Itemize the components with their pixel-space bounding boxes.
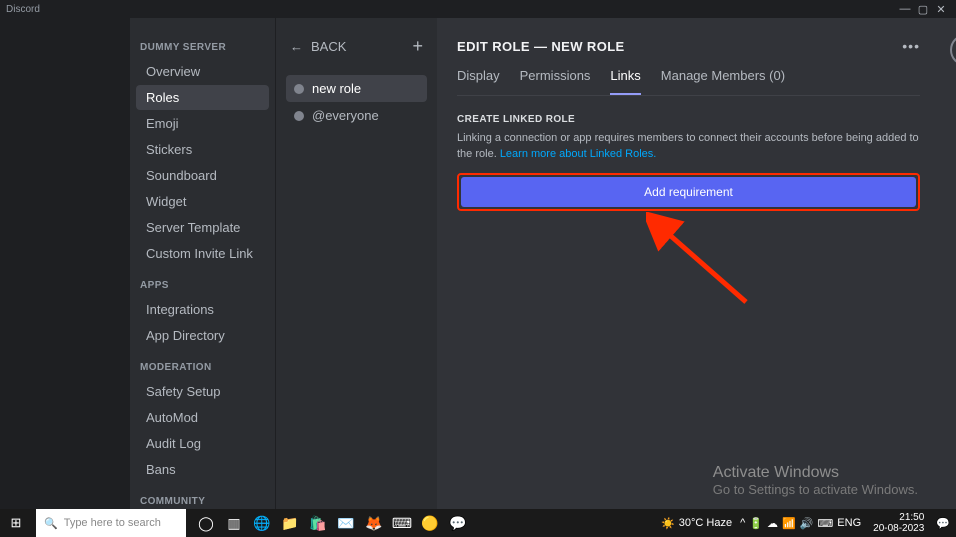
firefox-icon[interactable]: 🦊 (364, 513, 384, 533)
close-label: ESC (950, 70, 956, 81)
notifications-icon[interactable]: 💬 (936, 517, 950, 530)
language-indicator[interactable]: ENG (837, 517, 861, 529)
weather-widget[interactable]: ☀️ 30°C Haze (661, 517, 732, 530)
minimize-button[interactable]: — (896, 3, 914, 15)
sidebar-item-automod[interactable]: AutoMod (136, 405, 269, 430)
sidebar-item-bans[interactable]: Bans (136, 457, 269, 482)
sidebar-section-apps: APPS (130, 280, 275, 291)
tab-permissions[interactable]: Permissions (520, 68, 591, 95)
search-placeholder: Type here to search (64, 517, 161, 529)
sidebar-section-community: COMMUNITY (130, 496, 275, 507)
close-settings[interactable]: ✕ ESC (950, 34, 956, 81)
weather-icon: ☀️ (661, 517, 675, 530)
role-tabs: Display Permissions Links Manage Members (0… (457, 68, 920, 96)
titlebar: Discord — ▢ ✕ (0, 0, 956, 18)
server-settings-sidebar: DUMMY SERVER OverviewRolesEmojiStickersS… (130, 18, 275, 509)
sidebar-item-integrations[interactable]: Integrations (136, 297, 269, 322)
role-item-everyone[interactable]: @everyone (286, 102, 427, 129)
edit-role-title: EDIT ROLE — NEW ROLE (457, 39, 625, 54)
explorer-icon[interactable]: 📁 (280, 513, 300, 533)
sidebar-item-roles[interactable]: Roles (136, 85, 269, 110)
sidebar-item-stickers[interactable]: Stickers (136, 137, 269, 162)
cortana-icon[interactable]: ◯ (196, 513, 216, 533)
roles-list-panel: ← BACK + new role@everyone (275, 18, 437, 509)
activate-windows-watermark: Activate Windows Go to Settings to activ… (713, 464, 918, 497)
edit-role-panel: EDIT ROLE — NEW ROLE ••• Display Permissi… (437, 18, 956, 509)
back-button[interactable]: ← BACK (290, 39, 346, 54)
search-icon: 🔍 (44, 517, 58, 530)
store-icon[interactable]: 🛍️ (308, 513, 328, 533)
vscode-icon[interactable]: ⌨ (392, 513, 412, 533)
mail-icon[interactable]: ✉️ (336, 513, 356, 533)
close-icon[interactable]: ✕ (950, 34, 956, 66)
sidebar-item-widget[interactable]: Widget (136, 189, 269, 214)
discord-icon[interactable]: 💬 (448, 513, 468, 533)
sidebar-item-custom-invite-link[interactable]: Custom Invite Link (136, 241, 269, 266)
tab-display[interactable]: Display (457, 68, 500, 95)
sidebar-item-soundboard[interactable]: Soundboard (136, 163, 269, 188)
annotation-highlight: Add requirement (457, 173, 920, 211)
battery-icon[interactable]: 🔋 (749, 517, 763, 530)
back-label: BACK (311, 39, 346, 54)
task-view-icon[interactable]: ▥ (224, 513, 244, 533)
sidebar-item-audit-log[interactable]: Audit Log (136, 431, 269, 456)
edge-icon[interactable]: 🌐 (252, 513, 272, 533)
keyboard-icon[interactable]: ⌨ (817, 517, 833, 530)
taskbar-clock[interactable]: 21:50 20-08-2023 (869, 512, 928, 534)
chrome-icon[interactable]: 🟡 (420, 513, 440, 533)
sidebar-item-emoji[interactable]: Emoji (136, 111, 269, 136)
tab-manage[interactable]: Manage Members (0) (661, 68, 785, 95)
learn-more-link[interactable]: Learn more about Linked Roles. (500, 148, 657, 160)
chevron-up-icon[interactable]: ^ (740, 517, 745, 529)
maximize-button[interactable]: ▢ (914, 3, 932, 16)
tab-links[interactable]: Links (610, 68, 640, 95)
linked-role-section-text: Linking a connection or app requires mem… (457, 131, 920, 163)
sidebar-item-server-template[interactable]: Server Template (136, 215, 269, 240)
role-color-dot (294, 84, 304, 94)
app-name: Discord (6, 4, 40, 15)
taskbar-search[interactable]: 🔍 Type here to search (36, 509, 186, 537)
system-tray[interactable]: ^ 🔋 ☁ 📶 🔊 ⌨ ENG (740, 517, 861, 530)
add-role-button[interactable]: + (412, 36, 423, 57)
close-button[interactable]: ✕ (932, 3, 950, 16)
volume-icon[interactable]: 🔊 (800, 517, 814, 530)
sidebar-item-safety-setup[interactable]: Safety Setup (136, 379, 269, 404)
arrow-left-icon: ← (290, 39, 303, 54)
windows-taskbar: ⊞ 🔍 Type here to search ◯ ▥ 🌐 📁 🛍️ ✉️ 🦊 … (0, 509, 956, 537)
sidebar-section-moderation: MODERATION (130, 362, 275, 373)
start-button[interactable]: ⊞ (0, 515, 32, 531)
sidebar-item-overview[interactable]: Overview (136, 59, 269, 84)
sidebar-section-server: DUMMY SERVER (130, 42, 275, 53)
role-color-dot (294, 111, 304, 121)
wifi-icon[interactable]: 📶 (782, 517, 796, 530)
linked-role-section-title: CREATE LINKED ROLE (457, 114, 920, 125)
sidebar-item-app-directory[interactable]: App Directory (136, 323, 269, 348)
onedrive-icon[interactable]: ☁ (767, 517, 778, 530)
more-options-button[interactable]: ••• (902, 38, 920, 54)
add-requirement-button[interactable]: Add requirement (461, 177, 916, 207)
role-item-newrole[interactable]: new role (286, 75, 427, 102)
left-gutter (0, 18, 130, 509)
